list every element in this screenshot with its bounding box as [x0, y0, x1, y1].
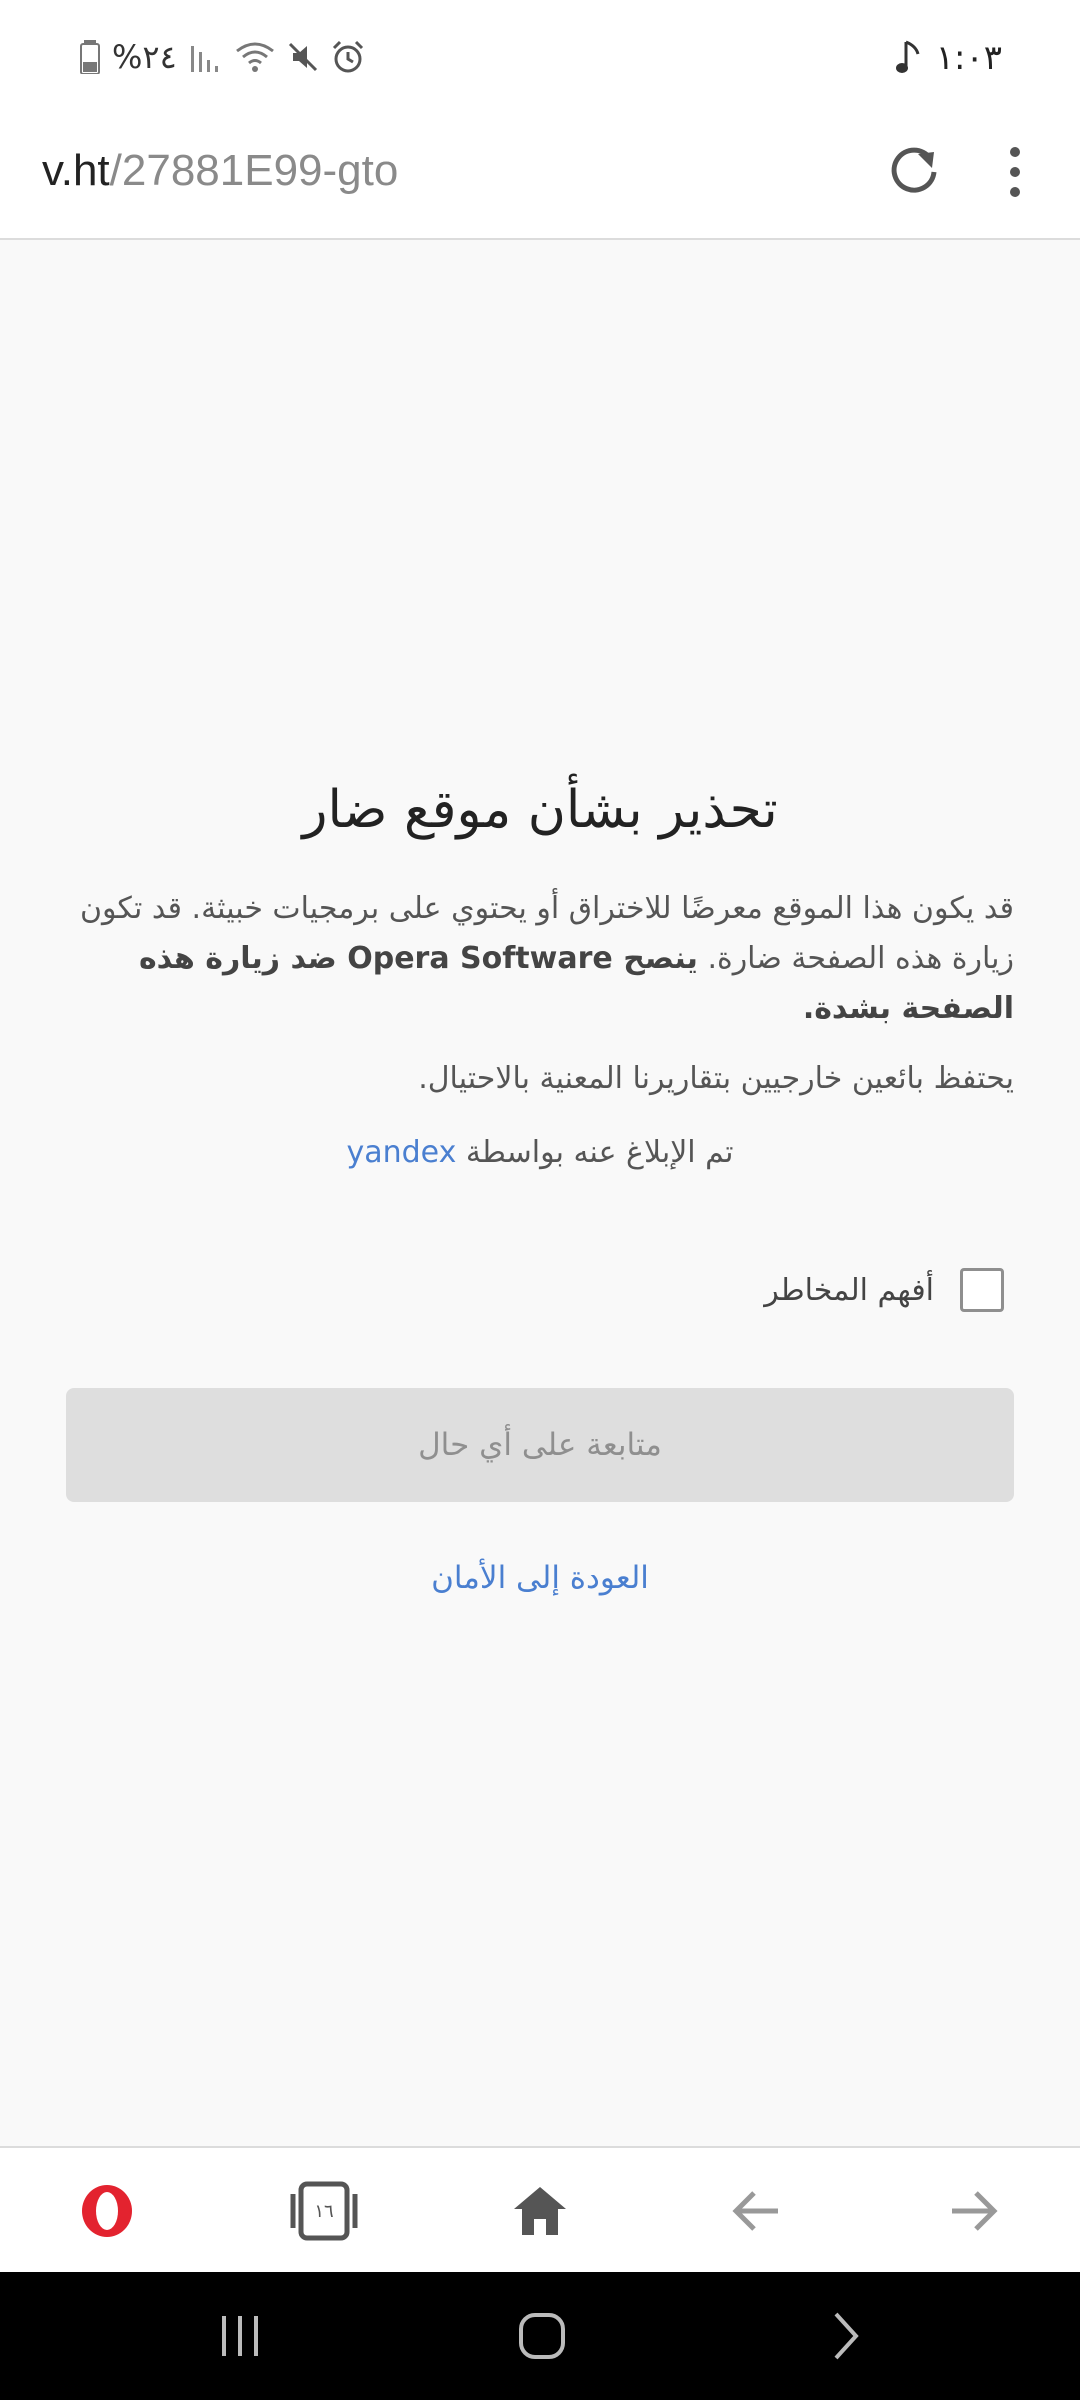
arrow-left-icon — [732, 2191, 778, 2231]
music-note-icon — [895, 40, 920, 73]
continue-anyway-label: متابعة على أي حال — [418, 1427, 662, 1463]
forward-button[interactable] — [938, 2176, 1008, 2246]
url-path: /27881E99-gto — [109, 146, 399, 195]
home-icon — [514, 2187, 566, 2235]
system-navigation-bar — [0, 2272, 1080, 2400]
opera-menu-button[interactable] — [72, 2176, 142, 2246]
status-time-area: ١:٠٣ — [895, 38, 1002, 78]
understand-risks-label[interactable]: أفهم المخاطر — [764, 1273, 934, 1308]
status-icons: %٢٤ — [80, 38, 365, 76]
warning-panel: تحذير بشأن موقع ضار قد يكون هذا الموقع م… — [66, 760, 1014, 1596]
signal-icon — [190, 46, 218, 72]
battery-icon — [80, 40, 100, 74]
arrow-right-icon — [952, 2191, 998, 2231]
home-button[interactable] — [505, 2176, 575, 2246]
tabs-button[interactable]: ١٦ — [289, 2176, 359, 2246]
warning-title: تحذير بشأن موقع ضار — [302, 780, 778, 840]
opera-logo-icon — [82, 2185, 132, 2237]
warning-description: قد يكون هذا الموقع معرضًا للاختراق أو يح… — [66, 884, 1014, 1034]
reported-prefix: تم الإبلاغ عنه بواسطة — [465, 1135, 734, 1170]
third-party-note: يحتفظ بائعين خارجيين بتقاريرنا المعنية ب… — [418, 1061, 1014, 1096]
understand-risks-row[interactable]: أفهم المخاطر — [66, 1260, 1014, 1320]
tabs-count: ١٦ — [314, 2200, 334, 2222]
back-to-safety-link[interactable]: العودة إلى الأمان — [66, 1560, 1014, 1596]
wifi-icon — [235, 42, 274, 72]
url-field[interactable]: v.ht/27881E99-gto — [42, 146, 398, 196]
url-host: v.ht — [42, 146, 110, 195]
status-bar: %٢٤ ١:٠٣ — [0, 0, 1080, 120]
home-nav-icon[interactable] — [512, 2306, 572, 2366]
clock-time: ١:٠٣ — [935, 38, 1002, 78]
bottom-toolbar: ١٦ — [0, 2146, 1080, 2274]
address-bar: v.ht/27881E99-gto — [0, 120, 1080, 240]
reported-by-link[interactable]: yandex — [346, 1135, 456, 1170]
alarm-icon — [332, 40, 363, 73]
back-button[interactable] — [722, 2176, 792, 2246]
understand-risks-checkbox[interactable] — [960, 1268, 1004, 1312]
recent-apps-icon[interactable] — [210, 2306, 270, 2366]
continue-anyway-button[interactable]: متابعة على أي حال — [66, 1388, 1014, 1502]
back-nav-icon[interactable] — [814, 2306, 874, 2366]
battery-percent: %٢٤ — [112, 38, 177, 76]
reload-icon[interactable] — [884, 140, 944, 200]
mute-icon — [288, 42, 317, 72]
reported-by-line: تم الإبلاغ عنه بواسطة yandex — [66, 1128, 1014, 1178]
more-menu-icon[interactable] — [995, 140, 1035, 204]
